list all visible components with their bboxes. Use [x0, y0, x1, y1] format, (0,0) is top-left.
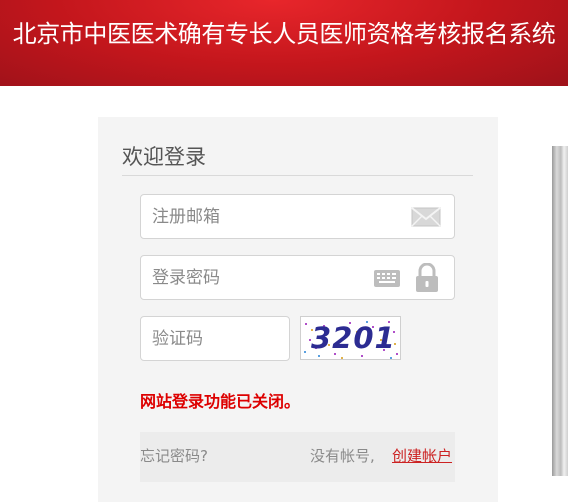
error-message: 网站登录功能已关闭。: [140, 392, 301, 411]
email-input[interactable]: [141, 195, 454, 238]
captcha-field-container: [140, 316, 290, 361]
captcha-input[interactable]: [141, 317, 289, 360]
no-account-text: 没有帐号,: [310, 447, 375, 465]
envelope-icon: [411, 207, 441, 231]
login-title: 欢迎登录: [122, 145, 206, 169]
header-banner: 北京市中医医术确有专长人员医师资格考核报名系统: [0, 0, 568, 86]
login-panel: 欢迎登录 注册邮箱 验证码 3201 网站登录功能已关闭。 忘记密码? 没有帐号…: [98, 117, 498, 502]
account-links-bar: 忘记密码? 没有帐号, 创建帐户: [140, 432, 455, 482]
create-account-link[interactable]: 创建帐户: [392, 445, 452, 467]
title-divider: [122, 175, 473, 176]
captcha-code: 3201: [311, 321, 396, 355]
password-field-container: [140, 255, 455, 300]
keyboard-icon[interactable]: [374, 270, 400, 291]
lock-icon: [415, 262, 439, 297]
captcha-image[interactable]: 3201: [300, 316, 401, 360]
site-title: 北京市中医医术确有专长人员医师资格考核报名系统: [12, 20, 556, 48]
side-photo: [552, 146, 568, 476]
forgot-password-link[interactable]: 忘记密码?: [140, 445, 208, 467]
email-field-container: [140, 194, 455, 239]
password-input[interactable]: [141, 256, 454, 299]
